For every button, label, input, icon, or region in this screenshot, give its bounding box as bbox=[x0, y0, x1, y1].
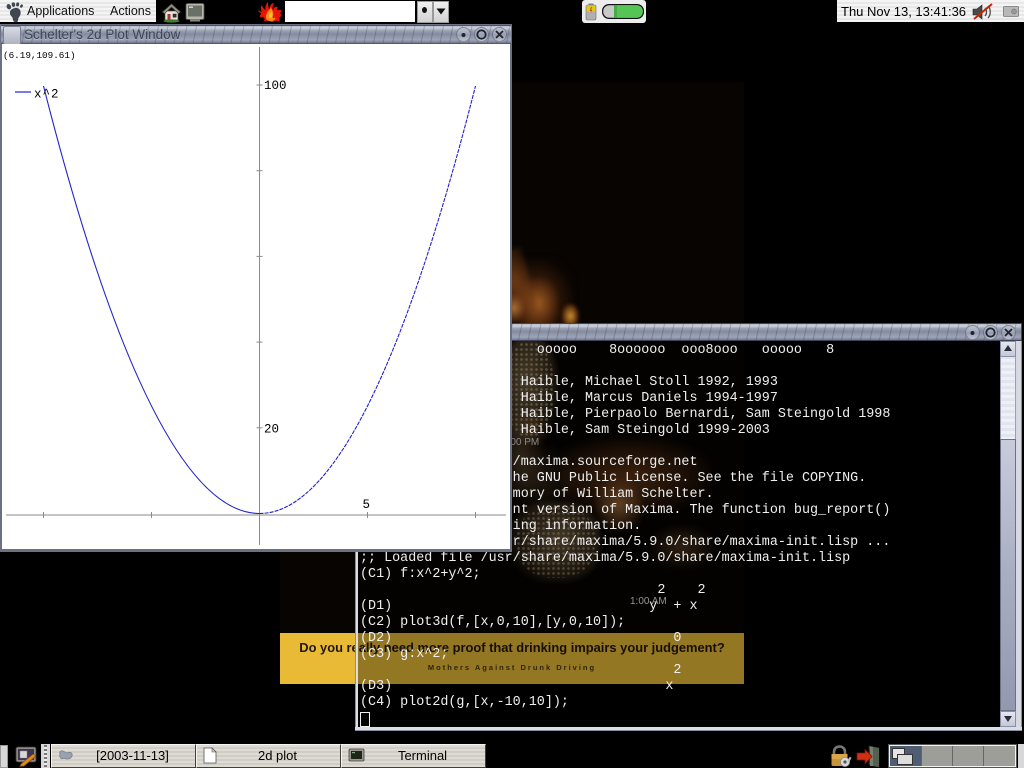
svg-text:5: 5 bbox=[363, 498, 371, 512]
svg-text:x^2: x^2 bbox=[34, 88, 60, 102]
svg-text:100: 100 bbox=[264, 79, 287, 93]
svg-text:20: 20 bbox=[264, 423, 279, 437]
